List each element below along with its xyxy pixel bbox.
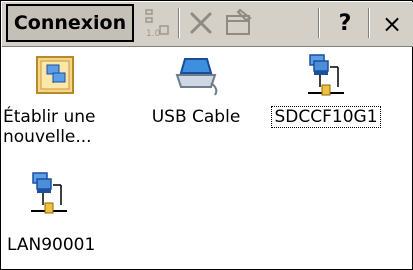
make-new-connection-icon — [33, 53, 77, 97]
item-label: USB Cable — [151, 107, 241, 127]
toolbar-separator — [318, 8, 319, 38]
toolbar: Connexion 1.0 ? × — [2, 2, 413, 47]
item-label: Établir une nouvelle... — [3, 107, 96, 147]
close-button[interactable]: × — [370, 2, 413, 46]
network-connection-icon — [304, 53, 348, 103]
connections-window: Connexion 1.0 ? × Établir une nouvelle..… — [0, 0, 413, 270]
item-label: SDCCF10G1 — [263, 106, 389, 128]
list-item-lan90001[interactable]: LAN90001 — [0, 171, 119, 255]
connexion-menu-button[interactable]: Connexion — [6, 4, 134, 42]
help-button[interactable]: ? — [322, 2, 368, 46]
delete-icon[interactable] — [186, 6, 218, 40]
list-item-usb-cable[interactable]: USB Cable — [141, 53, 251, 127]
network-connection-icon — [27, 171, 71, 221]
ip-address-icon[interactable]: 1.0 — [138, 6, 174, 40]
item-label: LAN90001 — [7, 235, 96, 255]
toolbar-separator — [178, 8, 179, 38]
usb-cable-icon — [171, 53, 221, 97]
list-item-sdccf10g1[interactable]: SDCCF10G1 — [263, 53, 389, 128]
properties-icon[interactable] — [222, 6, 256, 40]
list-item-new-connection[interactable]: Établir une nouvelle... — [3, 53, 123, 147]
svg-text:1.0: 1.0 — [146, 29, 161, 39]
toolbar-separator — [368, 8, 369, 38]
